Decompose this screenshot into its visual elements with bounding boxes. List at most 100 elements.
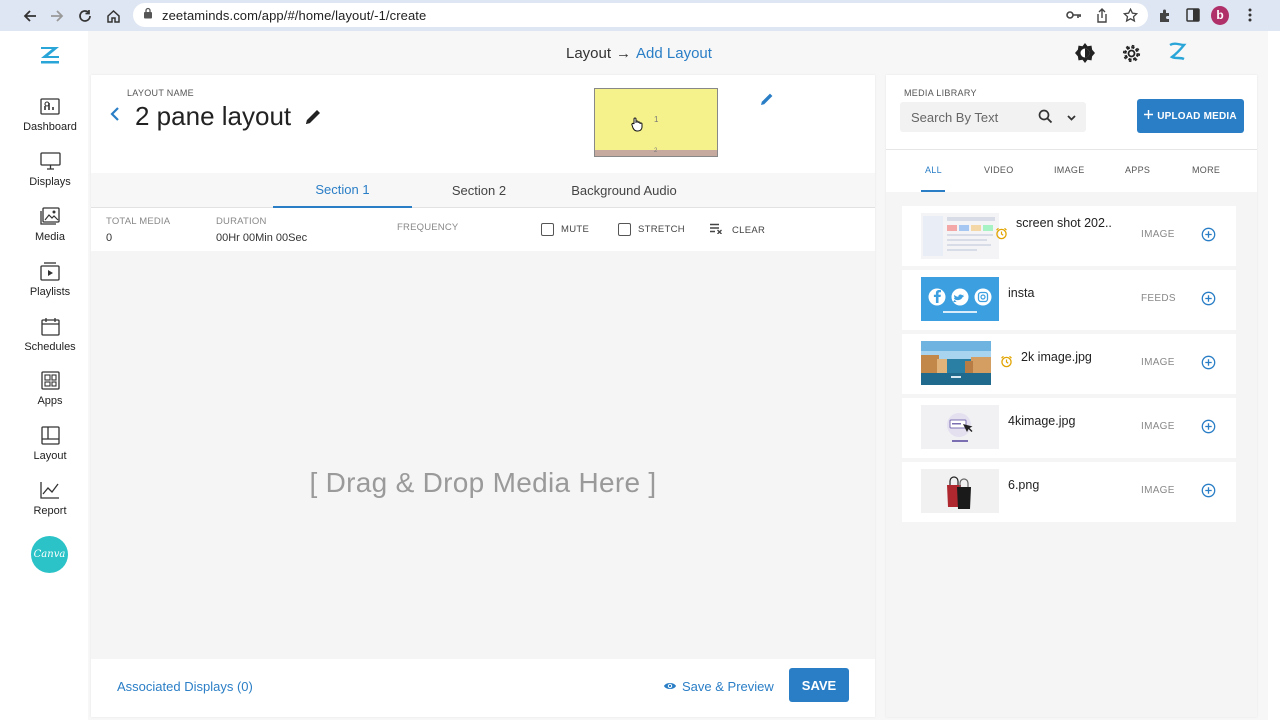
- settings-gear-icon[interactable]: [1119, 41, 1143, 65]
- checkbox-box[interactable]: [541, 223, 554, 236]
- sidebar-item-displays[interactable]: Displays: [12, 150, 88, 188]
- media-item[interactable]: 4kimage.jpg IMAGE: [902, 398, 1236, 458]
- media-item[interactable]: screen shot 202.. IMAGE: [902, 206, 1236, 266]
- stretch-label: STRETCH: [638, 224, 685, 235]
- back-chevron-icon[interactable]: [110, 105, 120, 128]
- profile-avatar[interactable]: b: [1211, 5, 1229, 25]
- layout-editor-panel: LAYOUT NAME 2 pane layout 1 2 Section 1: [91, 75, 875, 717]
- sidebar-item-layout[interactable]: Layout: [12, 424, 88, 462]
- add-circle-icon[interactable]: [1201, 227, 1216, 247]
- brand-logo-icon[interactable]: [1165, 41, 1189, 65]
- canva-button[interactable]: Canva: [31, 536, 68, 573]
- key-icon[interactable]: [1065, 6, 1083, 24]
- preview-pane-2[interactable]: 2: [595, 148, 717, 156]
- sidebar-item-label: Media: [35, 231, 65, 243]
- tab-all[interactable]: ALL: [925, 165, 942, 175]
- breadcrumb: Layout → Add Layout: [566, 45, 712, 62]
- tab-image[interactable]: IMAGE: [1054, 165, 1085, 175]
- media-thumbnail-landscape: [921, 341, 991, 387]
- side-panel-icon[interactable]: [1184, 6, 1202, 24]
- preview-pane-1[interactable]: 1: [595, 89, 717, 150]
- media-filter-tabs: ALL VIDEO IMAGE APPS MORE: [886, 150, 1257, 192]
- browser-menu-icon[interactable]: [1241, 6, 1259, 24]
- clear-list-icon: [709, 223, 723, 237]
- media-library-label: MEDIA LIBRARY: [904, 88, 977, 98]
- tab-apps[interactable]: APPS: [1125, 165, 1150, 175]
- media-item[interactable]: 6.png IMAGE: [902, 462, 1236, 522]
- media-drop-zone[interactable]: [ Drag & Drop Media Here ]: [91, 251, 875, 659]
- media-name: 2k image.jpg: [1021, 350, 1092, 364]
- tab-section-2[interactable]: Section 2: [424, 173, 534, 208]
- tab-background-audio[interactable]: Background Audio: [554, 173, 694, 208]
- extensions-puzzle-icon[interactable]: [1156, 6, 1174, 24]
- save-button[interactable]: SAVE: [789, 668, 849, 702]
- stretch-checkbox[interactable]: STRETCH: [618, 223, 685, 236]
- add-circle-icon[interactable]: [1201, 483, 1216, 503]
- duration-label: DURATION: [216, 216, 267, 227]
- sidebar-item-label: Schedules: [24, 341, 76, 353]
- breadcrumb-current: Add Layout: [636, 45, 712, 62]
- sidebar-item-media[interactable]: Media: [12, 205, 88, 243]
- tab-video[interactable]: VIDEO: [984, 165, 1014, 175]
- add-circle-icon[interactable]: [1201, 355, 1216, 375]
- edit-layout-pencil-icon[interactable]: [760, 92, 774, 111]
- alarm-clock-icon: [1000, 355, 1013, 373]
- playlist-icon: [39, 260, 61, 282]
- pane-number: 1: [654, 115, 659, 124]
- media-thumbnail-screenshot: [921, 213, 999, 259]
- sidebar-item-label: Apps: [37, 395, 63, 407]
- layout-preview-thumbnail[interactable]: 1 2: [594, 88, 718, 157]
- sidebar-item-apps[interactable]: Apps: [12, 369, 88, 407]
- duration-value: 00Hr 00Min 00Sec: [216, 232, 308, 244]
- breadcrumb-layout-link[interactable]: Layout: [566, 45, 611, 62]
- theme-toggle-icon[interactable]: [1073, 41, 1097, 65]
- media-thumbnail-shopping-bags: [921, 469, 999, 515]
- mute-label: MUTE: [561, 224, 590, 235]
- save-preview-button[interactable]: Save & Preview: [663, 679, 774, 694]
- layout-title: 2 pane layout: [135, 101, 292, 131]
- search-icon[interactable]: [1038, 109, 1053, 129]
- chevron-down-icon[interactable]: [1066, 110, 1077, 128]
- add-circle-icon[interactable]: [1201, 419, 1216, 439]
- sidebar-item-label: Playlists: [29, 286, 71, 298]
- media-type: IMAGE: [1141, 229, 1175, 240]
- upload-media-button[interactable]: UPLOAD MEDIA: [1137, 99, 1244, 133]
- bookmark-star-icon[interactable]: [1121, 6, 1139, 24]
- media-name: 4kimage.jpg: [1008, 414, 1076, 428]
- frequency-label: FREQUENCY: [397, 222, 459, 233]
- sidebar-item-playlists[interactable]: Playlists: [12, 260, 88, 298]
- checkbox-box[interactable]: [618, 223, 631, 236]
- reload-icon[interactable]: [74, 5, 96, 27]
- media-thumbnail-social-feeds: [921, 277, 999, 323]
- clear-button[interactable]: CLEAR: [709, 223, 765, 237]
- mute-checkbox[interactable]: MUTE: [541, 223, 589, 236]
- home-icon[interactable]: [102, 5, 124, 27]
- sidebar-item-report[interactable]: Report: [12, 479, 88, 517]
- forward-arrow-icon[interactable]: [46, 5, 68, 27]
- sidebar-item-schedules[interactable]: Schedules: [12, 315, 88, 353]
- media-item[interactable]: 2k image.jpg IMAGE: [902, 334, 1236, 394]
- image-icon: [39, 205, 61, 227]
- drop-zone-text: [ Drag & Drop Media Here ]: [309, 467, 657, 498]
- search-placeholder: Search By Text: [911, 110, 999, 125]
- media-item[interactable]: insta FEEDS: [902, 270, 1236, 330]
- media-thumbnail-web-url: [921, 405, 999, 451]
- alarm-clock-icon: [995, 227, 1008, 245]
- associated-displays-link[interactable]: Associated Displays (0): [117, 679, 253, 694]
- top-header: Layout → Add Layout: [88, 31, 1268, 75]
- address-bar[interactable]: zeetaminds.com/app/#/home/layout/-1/crea…: [133, 3, 1148, 27]
- share-icon[interactable]: [1093, 6, 1111, 24]
- media-name: 6.png: [1008, 478, 1040, 492]
- tab-section-1[interactable]: Section 1: [273, 173, 412, 208]
- pencil-edit-icon[interactable]: [304, 108, 322, 131]
- browser-toolbar: zeetaminds.com/app/#/home/layout/-1/crea…: [0, 0, 1280, 31]
- add-circle-icon[interactable]: [1201, 291, 1216, 311]
- sidebar-item-label: Layout: [33, 450, 67, 462]
- app-logo[interactable]: [12, 45, 88, 65]
- sidebar-item-dashboard[interactable]: Dashboard: [12, 95, 88, 133]
- back-arrow-icon[interactable]: [19, 5, 41, 27]
- upload-media-label: UPLOAD MEDIA: [1157, 110, 1237, 122]
- tab-more[interactable]: MORE: [1192, 165, 1220, 175]
- media-search-input[interactable]: Search By Text: [900, 102, 1086, 132]
- total-media-value: 0: [106, 232, 113, 244]
